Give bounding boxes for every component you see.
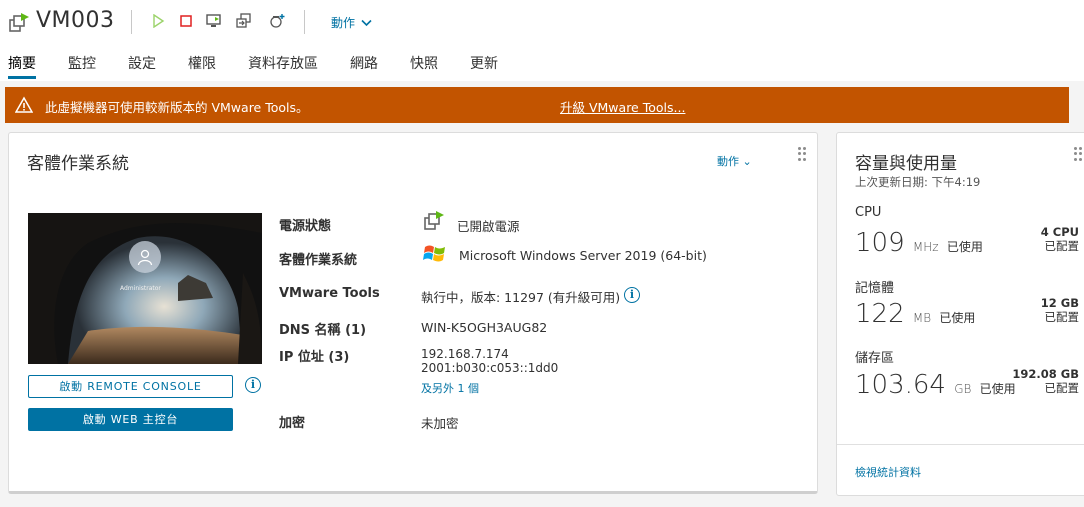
snapshot-icon[interactable] bbox=[268, 12, 286, 30]
tab-datastores[interactable]: 資料存放區 bbox=[248, 53, 318, 79]
capacity-usage-card: 容量與使用量 上次更新日期: 下午4:19 CPU 109 MHz 已使用 4 … bbox=[836, 132, 1084, 496]
vm-powered-on-icon bbox=[8, 12, 30, 34]
cpu-label: CPU bbox=[855, 205, 882, 220]
ip-address-value: 192.168.7.174 bbox=[421, 347, 509, 361]
storage-allocated-label: 已配置 bbox=[1044, 381, 1080, 395]
last-updated: 上次更新日期: 下午4:19 bbox=[855, 175, 981, 189]
guest-os-value: Microsoft Windows Server 2019 (64-bit) bbox=[459, 248, 707, 263]
tab-configure[interactable]: 設定 bbox=[128, 53, 156, 79]
memory-allocated: 12 GB 已配置 bbox=[1041, 296, 1079, 324]
launch-console-icon[interactable] bbox=[205, 12, 223, 30]
vmware-tools-label: VMware Tools bbox=[279, 286, 380, 301]
drag-handle-icon[interactable] bbox=[798, 147, 806, 161]
memory-used-label: 已使用 bbox=[939, 311, 976, 325]
user-avatar-icon bbox=[129, 241, 161, 273]
migrate-icon[interactable] bbox=[235, 12, 253, 30]
cpu-usage-value: 109 bbox=[855, 228, 905, 258]
ip-address-value: 2001:b030:c053::1dd0 bbox=[421, 361, 559, 375]
upgrade-tools-link[interactable]: 升級 VMware Tools... bbox=[560, 97, 685, 116]
power-state-value: 已開啟電源 bbox=[457, 219, 520, 234]
dns-name-value: WIN-K5OGH3AUG82 bbox=[421, 320, 548, 335]
toolbar-divider bbox=[131, 10, 132, 34]
console-username: Administrator bbox=[120, 285, 161, 292]
storage-label: 儲存區 bbox=[855, 351, 895, 366]
cpu-used-label: 已使用 bbox=[946, 240, 983, 254]
tab-permissions[interactable]: 權限 bbox=[188, 53, 216, 79]
view-stats-link[interactable]: 檢視統計資料 bbox=[855, 464, 921, 480]
dns-name-label: DNS 名稱 (1) bbox=[279, 323, 367, 338]
more-ip-addresses-link[interactable]: 及另外 1 個 bbox=[421, 380, 479, 396]
tools-upgrade-banner: 此虛擬機器可使用較新版本的 VMware Tools。 升級 VMware To… bbox=[5, 87, 1069, 123]
tab-bar: 摘要 監控 設定 權限 資料存放區 網路 快照 更新 bbox=[0, 51, 1084, 81]
info-icon[interactable]: i bbox=[245, 377, 261, 393]
ip-address-label: IP 位址 (3) bbox=[279, 350, 350, 365]
windows-logo-icon bbox=[423, 243, 447, 269]
vm-header: VM003 動作 摘要 監控 設定 權限 資料存放區 網路 快照 更新 bbox=[0, 0, 1084, 81]
cpu-usage: 109 MHz 已使用 bbox=[855, 228, 983, 258]
power-on-icon[interactable] bbox=[149, 12, 167, 30]
tab-monitor[interactable]: 監控 bbox=[68, 53, 96, 79]
memory-usage-unit: MB bbox=[912, 311, 932, 325]
encryption-value: 未加密 bbox=[421, 416, 459, 431]
actions-menu-button[interactable]: 動作 bbox=[331, 14, 372, 31]
card-actions-label: 動作 bbox=[717, 155, 739, 168]
storage-used-label: 已使用 bbox=[979, 382, 1016, 396]
memory-allocated-label: 已配置 bbox=[1044, 310, 1080, 324]
memory-usage: 122 MB 已使用 bbox=[855, 299, 975, 329]
guest-os-card: 客體作業系統 動作 ⌄ Administrator 啟動 REMOTE CONS… bbox=[8, 132, 818, 494]
banner-message: 此虛擬機器可使用較新版本的 VMware Tools。 bbox=[45, 100, 309, 115]
storage-usage: 103.64 GB 已使用 bbox=[855, 370, 1016, 400]
warning-icon bbox=[14, 96, 34, 114]
cpu-allocated: 4 CPU 已配置 bbox=[1041, 225, 1079, 253]
vmware-tools-value: 執行中，版本: 11297 (有升級可用) bbox=[421, 290, 621, 305]
storage-allocated-value: 192.08 GB bbox=[1012, 367, 1079, 381]
chevron-down-icon: ⌄ bbox=[742, 155, 752, 168]
card-actions-button[interactable]: 動作 ⌄ bbox=[717, 153, 752, 169]
card-divider bbox=[837, 444, 1084, 445]
console-thumbnail[interactable]: Administrator bbox=[28, 213, 262, 364]
tab-snapshots[interactable]: 快照 bbox=[410, 53, 438, 79]
vm-title: VM003 bbox=[36, 8, 115, 33]
tab-networks[interactable]: 網路 bbox=[350, 53, 378, 79]
cpu-allocated-value: 4 CPU bbox=[1040, 225, 1079, 239]
card-title: 客體作業系統 bbox=[27, 154, 129, 174]
launch-remote-console-button[interactable]: 啟動 REMOTE CONSOLE bbox=[28, 375, 233, 398]
memory-allocated-value: 12 GB bbox=[1040, 296, 1079, 310]
power-state-label: 電源狀態 bbox=[279, 219, 332, 234]
memory-label: 記憶體 bbox=[855, 281, 895, 296]
cpu-allocated-label: 已配置 bbox=[1044, 239, 1080, 253]
guest-os-label: 客體作業系統 bbox=[279, 253, 358, 268]
toolbar-divider bbox=[304, 10, 305, 34]
tab-summary[interactable]: 摘要 bbox=[8, 53, 36, 79]
drag-handle-icon[interactable] bbox=[1074, 147, 1082, 161]
encryption-label: 加密 bbox=[279, 416, 306, 431]
memory-usage-value: 122 bbox=[855, 299, 905, 329]
chevron-down-icon bbox=[361, 19, 372, 26]
storage-usage-unit: GB bbox=[954, 382, 972, 396]
actions-menu-label: 動作 bbox=[331, 16, 356, 30]
power-off-icon[interactable] bbox=[177, 12, 195, 30]
storage-allocated: 192.08 GB 已配置 bbox=[1012, 367, 1079, 395]
cpu-usage-unit: MHz bbox=[912, 240, 939, 254]
tab-updates[interactable]: 更新 bbox=[470, 53, 498, 79]
storage-usage-value: 103.64 bbox=[855, 370, 946, 400]
vm-powered-on-icon bbox=[423, 210, 445, 236]
launch-web-console-button[interactable]: 啟動 WEB 主控台 bbox=[28, 408, 233, 431]
info-icon[interactable]: i bbox=[624, 287, 640, 303]
card-title: 容量與使用量 bbox=[855, 154, 957, 174]
